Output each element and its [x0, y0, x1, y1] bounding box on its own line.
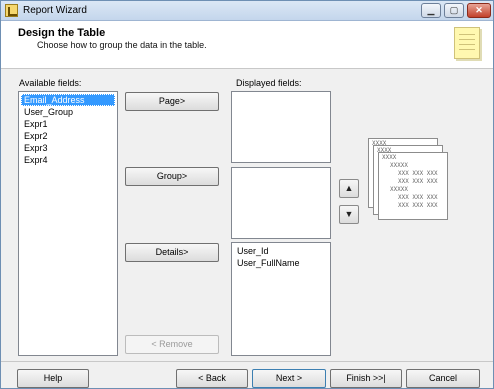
table-layout-preview: XXXX XXXX XXXX XXXXX XXX XXX XXX XXX XXX…	[368, 138, 448, 220]
arrow-up-icon: ▲	[344, 183, 354, 193]
page-subtitle: Choose how to group the data in the tabl…	[37, 40, 207, 50]
arrow-down-icon: ▼	[344, 209, 354, 219]
back-button[interactable]: < Back	[176, 369, 248, 388]
footer-divider	[1, 361, 493, 362]
minimize-button[interactable]: ▁	[421, 3, 441, 18]
move-down-button[interactable]: ▼	[339, 205, 359, 224]
title-bar[interactable]: Report Wizard ▁ ▢ ✕	[1, 1, 493, 21]
next-button[interactable]: Next >	[252, 369, 326, 388]
list-item[interactable]: User_Id	[234, 245, 328, 257]
cancel-button[interactable]: Cancel	[406, 369, 480, 388]
list-item[interactable]: Expr3	[21, 142, 115, 154]
list-item[interactable]: User_Group	[21, 106, 115, 118]
available-fields-label: Available fields:	[19, 78, 82, 88]
list-item[interactable]: Expr1	[21, 118, 115, 130]
report-wizard-icon	[5, 4, 18, 17]
details-button[interactable]: Details>	[125, 243, 219, 262]
list-item[interactable]: Email_Address	[21, 94, 115, 106]
group-button[interactable]: Group>	[125, 167, 219, 186]
group-fields-list[interactable]	[231, 167, 331, 239]
wizard-header: Design the Table Choose how to group the…	[1, 21, 493, 69]
displayed-fields-label: Displayed fields:	[236, 78, 302, 88]
finish-button[interactable]: Finish >>|	[330, 369, 402, 388]
window-title: Report Wizard	[23, 5, 87, 16]
page-fields-list[interactable]	[231, 91, 331, 163]
list-item[interactable]: Expr4	[21, 154, 115, 166]
list-item[interactable]: Expr2	[21, 130, 115, 142]
list-item[interactable]: User_FullName	[234, 257, 328, 269]
page-button[interactable]: Page>	[125, 92, 219, 111]
move-up-button[interactable]: ▲	[339, 179, 359, 198]
close-button[interactable]: ✕	[467, 3, 491, 18]
maximize-button[interactable]: ▢	[444, 3, 464, 18]
available-fields-list[interactable]: Email_Address User_Group Expr1 Expr2 Expr3 Ex…	[18, 91, 118, 356]
sticky-note-icon	[454, 27, 480, 59]
preview-sheet-3: XXXX XXXXX XXX XXX XXX XXX XXX XXX XXXXX…	[378, 152, 448, 220]
report-wizard-window: Report Wizard ▁ ▢ ✕ Design the Table Cho…	[0, 0, 494, 389]
help-button[interactable]: Help	[17, 369, 89, 388]
details-fields-list[interactable]: User_Id User_FullName	[231, 242, 331, 356]
page-title: Design the Table	[18, 27, 106, 39]
remove-button[interactable]: < Remove	[125, 335, 219, 354]
